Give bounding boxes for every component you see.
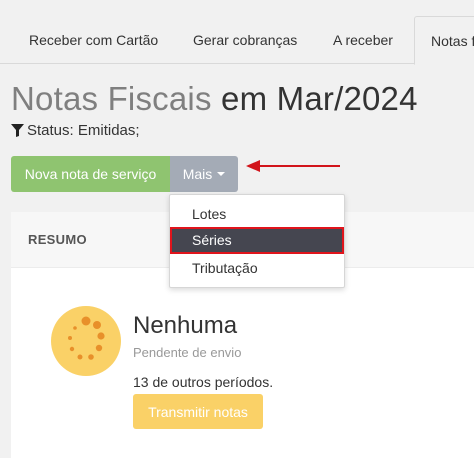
menu-item-lotes[interactable]: Lotes	[170, 201, 344, 228]
more-dropdown-menu: Lotes Séries Tributação	[169, 194, 345, 288]
nav-tabs: Receber com Cartão Gerar cobranças A rec…	[0, 0, 474, 65]
status-count-title: Nenhuma	[133, 312, 238, 339]
menu-item-tributacao[interactable]: Tributação	[170, 255, 344, 282]
other-periods-text: 13 de outros períodos.	[133, 374, 274, 390]
chevron-down-icon	[217, 172, 226, 176]
arrow-pointer-icon	[246, 160, 340, 172]
summary-header-label: RESUMO	[28, 232, 87, 247]
page-title-main: Notas Fiscais	[11, 80, 212, 117]
status-count-subtitle: Pendente de envio	[133, 345, 242, 360]
tab-gerar-cobrancas[interactable]: Gerar cobranças	[193, 16, 297, 64]
spinner-icon	[68, 316, 105, 360]
menu-item-series[interactable]: Séries	[170, 227, 344, 254]
transmit-invoices-button[interactable]: Transmitir notas	[133, 394, 263, 429]
page-title: Notas Fiscais em Mar/2024	[11, 80, 418, 118]
new-invoice-button[interactable]: Nova nota de serviço	[11, 156, 170, 192]
more-button[interactable]: Mais	[170, 156, 238, 192]
status-filter-text: Status: Emitidas;	[27, 122, 140, 139]
pending-status-circle	[51, 306, 121, 376]
filter-icon	[11, 124, 24, 137]
status-filter: Status: Emitidas;	[11, 122, 140, 139]
page-title-period: em Mar/2024	[221, 80, 418, 117]
tab-a-receber[interactable]: A receber	[333, 16, 393, 64]
tab-notas-fiscais[interactable]: Notas fiscais	[414, 16, 474, 65]
tab-receber-com-cartao[interactable]: Receber com Cartão	[29, 16, 158, 64]
more-button-label: Mais	[182, 166, 213, 182]
